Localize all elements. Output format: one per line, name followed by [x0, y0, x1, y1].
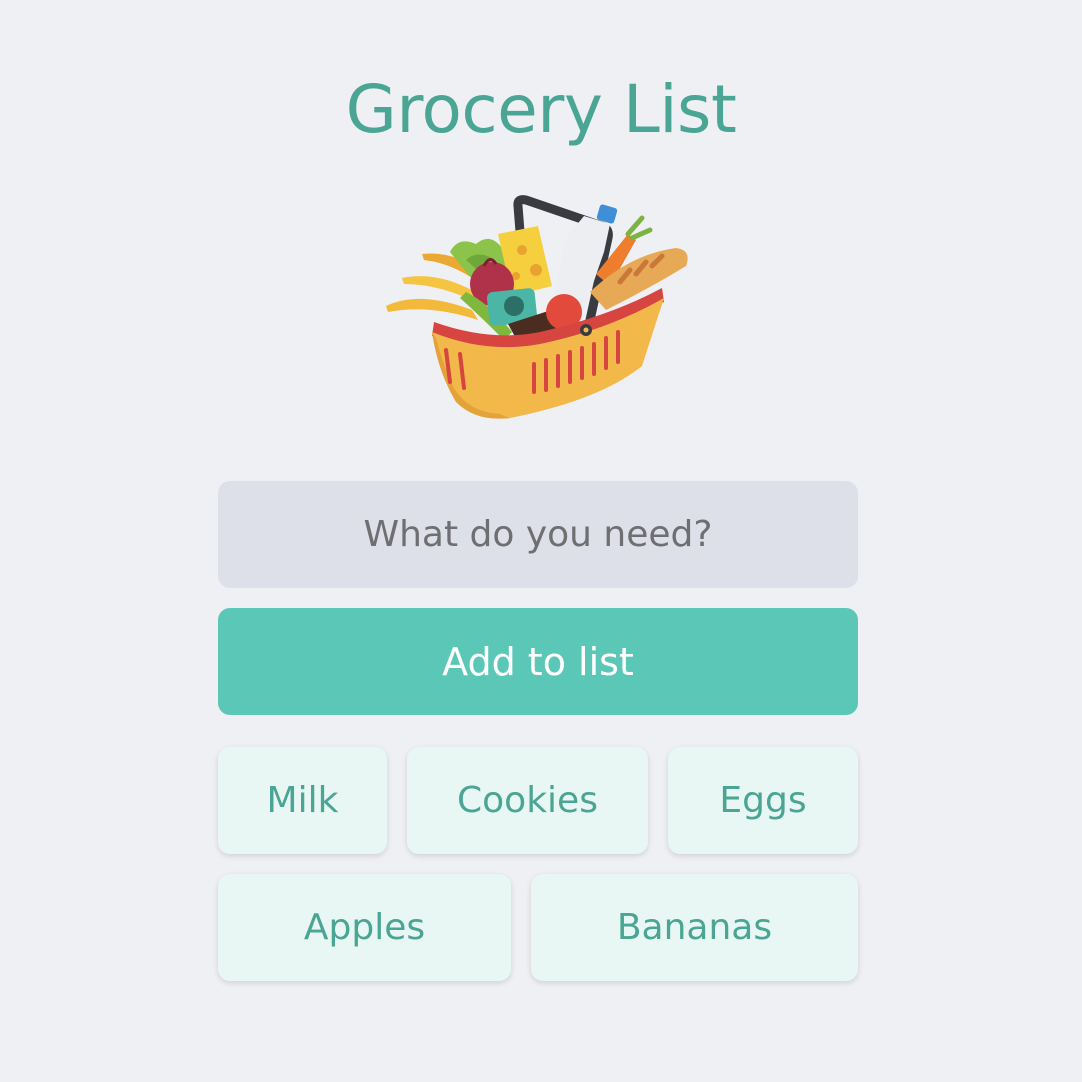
add-to-list-button[interactable]: Add to list: [218, 608, 858, 715]
grocery-app: Grocery List What do you need? Add to li…: [0, 0, 1082, 1082]
item-input[interactable]: [218, 481, 858, 588]
list-item[interactable]: Milk: [218, 747, 387, 854]
list-item[interactable]: Apples: [218, 874, 511, 981]
item-input-container: [218, 481, 858, 588]
list-item[interactable]: Cookies: [407, 747, 648, 854]
grocery-basket-icon: [380, 192, 700, 428]
list-item[interactable]: Bananas: [531, 874, 858, 981]
page-title: Grocery List: [345, 71, 737, 148]
list-item[interactable]: Eggs: [668, 747, 858, 854]
